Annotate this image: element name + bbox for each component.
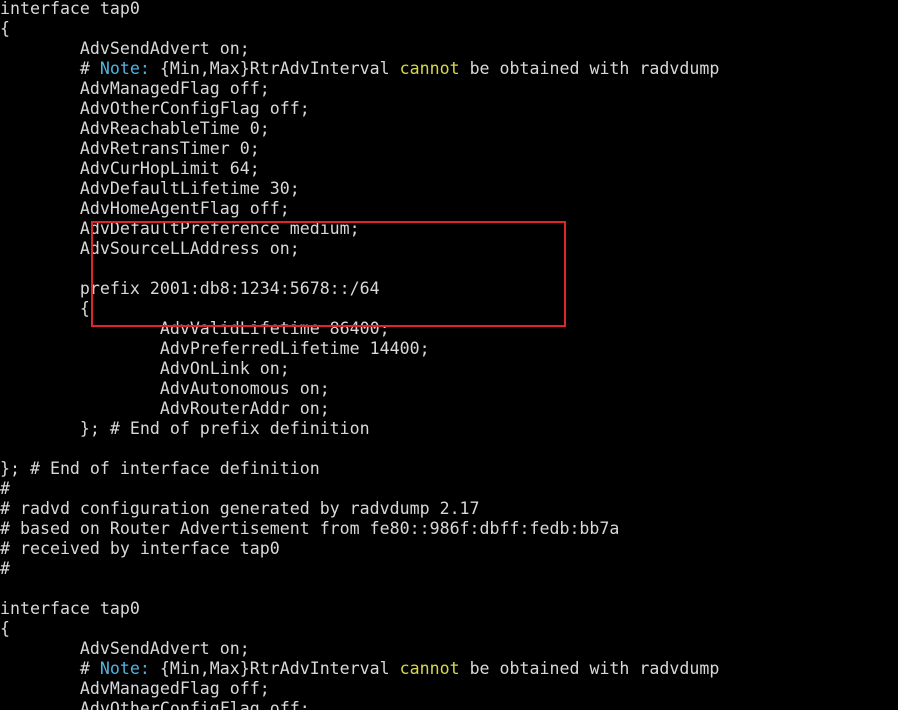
terminal-line: AdvHomeAgentFlag off;: [0, 199, 719, 219]
code-text: {: [0, 619, 10, 638]
code-text: # based on Router Advertisement from fe8…: [0, 519, 620, 538]
terminal-window[interactable]: interface tap0{ AdvSendAdvert on; # Note…: [0, 0, 898, 710]
code-text: AdvSendAdvert on;: [0, 39, 250, 58]
terminal-line: # Note: {Min,Max}RtrAdvInterval cannot b…: [0, 659, 719, 679]
terminal-line: AdvOtherConfigFlag off;: [0, 99, 719, 119]
code-text: {: [0, 299, 90, 318]
terminal-line: interface tap0: [0, 0, 719, 19]
terminal-line: AdvPreferredLifetime 14400;: [0, 339, 719, 359]
code-text: AdvAutonomous on;: [0, 379, 330, 398]
code-text: AdvPreferredLifetime 14400;: [0, 339, 430, 358]
code-text: AdvManagedFlag off;: [0, 79, 270, 98]
code-text: prefix 2001:db8:1234:5678::/64: [0, 279, 380, 298]
terminal-line: interface tap0: [0, 599, 719, 619]
code-text: }; # End of interface definition: [0, 459, 320, 478]
code-text: #: [0, 659, 100, 678]
code-text: AdvManagedFlag off;: [0, 679, 270, 698]
terminal-line: AdvOtherConfigFlag off;: [0, 699, 719, 710]
terminal-line: #: [0, 559, 719, 579]
code-text: AdvCurHopLimit 64;: [0, 159, 260, 178]
terminal-line: #: [0, 479, 719, 499]
code-text: {: [0, 19, 10, 38]
terminal-line: AdvManagedFlag off;: [0, 79, 719, 99]
code-text: # radvd configuration generated by radvd…: [0, 499, 480, 518]
cannot-keyword: cannot: [399, 59, 460, 78]
terminal-line: AdvValidLifetime 86400;: [0, 319, 719, 339]
code-text: AdvDefaultPreference medium;: [0, 219, 360, 238]
terminal-line: prefix 2001:db8:1234:5678::/64: [0, 279, 719, 299]
terminal-line: AdvSendAdvert on;: [0, 639, 719, 659]
code-text: {Min,Max}RtrAdvInterval: [149, 59, 400, 78]
note-keyword: Note:: [99, 659, 150, 678]
code-text: AdvSendAdvert on;: [0, 639, 250, 658]
code-text: #: [0, 59, 100, 78]
terminal-line: AdvDefaultPreference medium;: [0, 219, 719, 239]
terminal-line: AdvOnLink on;: [0, 359, 719, 379]
code-text: #: [0, 479, 10, 498]
code-text: interface tap0: [0, 0, 140, 18]
code-text: AdvReachableTime 0;: [0, 119, 270, 138]
code-text: }; # End of prefix definition: [0, 419, 370, 438]
terminal-line: }; # End of interface definition: [0, 459, 719, 479]
terminal-line: AdvRouterAddr on;: [0, 399, 719, 419]
terminal-line: AdvDefaultLifetime 30;: [0, 179, 719, 199]
terminal-line: AdvManagedFlag off;: [0, 679, 719, 699]
terminal-line: AdvSourceLLAddress on;: [0, 239, 719, 259]
terminal-line: {: [0, 19, 719, 39]
terminal-line: AdvRetransTimer 0;: [0, 139, 719, 159]
terminal-output: interface tap0{ AdvSendAdvert on; # Note…: [0, 0, 719, 710]
terminal-line: # based on Router Advertisement from fe8…: [0, 519, 719, 539]
code-text: AdvRetransTimer 0;: [0, 139, 260, 158]
code-text: be obtained with radvdump: [459, 59, 720, 78]
code-text: be obtained with radvdump: [459, 659, 720, 678]
code-text: AdvValidLifetime 86400;: [0, 319, 390, 338]
code-text: interface tap0: [0, 599, 140, 618]
code-text: #: [0, 559, 10, 578]
terminal-line: {: [0, 619, 719, 639]
terminal-line: # radvd configuration generated by radvd…: [0, 499, 719, 519]
terminal-line: {: [0, 299, 719, 319]
terminal-line: AdvReachableTime 0;: [0, 119, 719, 139]
terminal-line: # Note: {Min,Max}RtrAdvInterval cannot b…: [0, 59, 719, 79]
terminal-line: AdvCurHopLimit 64;: [0, 159, 719, 179]
code-text: AdvOnLink on;: [0, 359, 290, 378]
code-text: AdvOtherConfigFlag off;: [0, 99, 310, 118]
code-text: AdvRouterAddr on;: [0, 399, 330, 418]
terminal-line: AdvSendAdvert on;: [0, 39, 719, 59]
code-text: AdvDefaultLifetime 30;: [0, 179, 300, 198]
terminal-line: AdvAutonomous on;: [0, 379, 719, 399]
note-keyword: Note:: [99, 59, 150, 78]
terminal-line: # received by interface tap0: [0, 539, 719, 559]
code-text: AdvOtherConfigFlag off;: [0, 699, 310, 710]
terminal-line: }; # End of prefix definition: [0, 419, 719, 439]
code-text: AdvHomeAgentFlag off;: [0, 199, 290, 218]
code-text: # received by interface tap0: [0, 539, 280, 558]
code-text: {Min,Max}RtrAdvInterval: [149, 659, 400, 678]
code-text: AdvSourceLLAddress on;: [0, 239, 300, 258]
cannot-keyword: cannot: [399, 659, 460, 678]
